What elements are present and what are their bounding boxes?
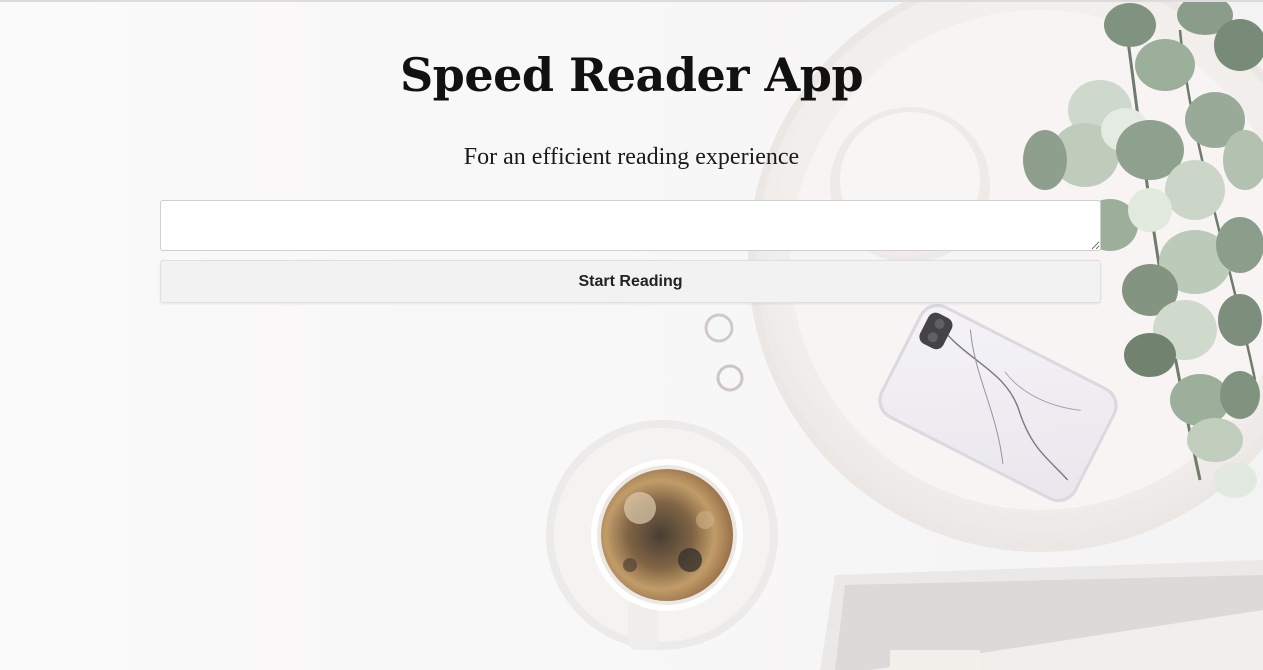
app-page: Speed Reader App For an efficient readin…	[0, 0, 1263, 670]
top-border	[0, 0, 1263, 2]
page-subtitle: For an efficient reading experience	[463, 144, 800, 170]
start-reading-button[interactable]: Start Reading	[160, 260, 1101, 303]
reading-text-input[interactable]	[160, 200, 1101, 251]
page-title: Speed Reader App	[399, 48, 864, 102]
